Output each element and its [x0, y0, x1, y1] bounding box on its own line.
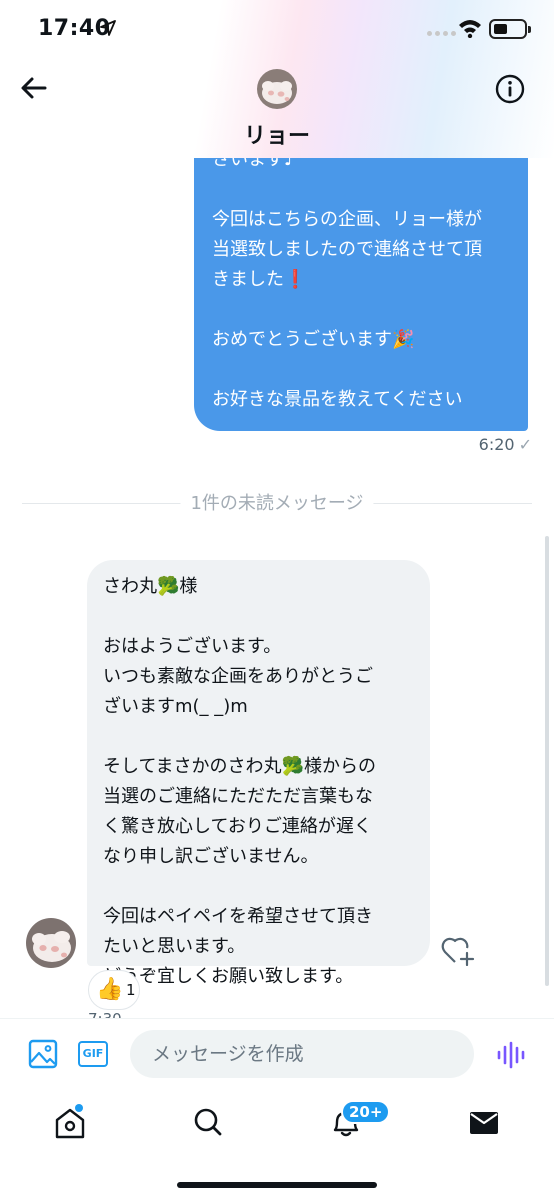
- scrollbar[interactable]: [545, 536, 549, 986]
- gif-icon[interactable]: GIF: [78, 1041, 108, 1067]
- message-paragraph: おめでとうございます🎉: [212, 325, 514, 355]
- message-input[interactable]: [130, 1030, 474, 1078]
- unread-divider-label: 1件の未読メッセージ: [180, 489, 374, 515]
- reaction-pill[interactable]: 👍 1: [88, 970, 140, 1010]
- notification-badge: 20+: [341, 1100, 391, 1124]
- message-paragraph: お好きな景品を教えてください: [212, 389, 463, 410]
- read-check-icon: ✓: [518, 435, 532, 454]
- voice-wave-icon[interactable]: [496, 1041, 526, 1069]
- message-paragraph: おはようございます。 いつも素敵な企画をありがとうご ざいますm(_ _)m: [103, 636, 373, 717]
- conversation-user-name[interactable]: リョー: [0, 118, 554, 150]
- home-icon: [55, 1108, 85, 1139]
- message-paragraph: さわ丸🥦様: [103, 572, 414, 602]
- party-popper-emoji: 🎉: [392, 329, 415, 350]
- back-arrow-icon[interactable]: [18, 72, 50, 104]
- info-icon[interactable]: [495, 74, 525, 104]
- broccoli-emoji: 🥦: [281, 756, 304, 777]
- battery-icon: [489, 19, 531, 39]
- status-bar: 17:40: [0, 0, 554, 62]
- home-indicator: [177, 1182, 377, 1188]
- outgoing-message-bubble[interactable]: この度は企画の参加ありがとうご ざいます♪ 今回はこちらの企画、リョー様が 当選…: [194, 158, 528, 431]
- mail-icon: [470, 1112, 498, 1134]
- message-thread[interactable]: この度は企画の参加ありがとうご ざいます♪ 今回はこちらの企画、リョー様が 当選…: [0, 158, 554, 1018]
- nav-search[interactable]: [188, 1104, 228, 1140]
- wifi-icon: [459, 20, 481, 38]
- reaction-count: 1: [126, 981, 136, 999]
- signal-icon: [427, 24, 457, 36]
- home-new-dot: [75, 1104, 83, 1112]
- battery-level: [494, 24, 507, 34]
- location-arrow-icon: [100, 20, 116, 36]
- message-text: そしてまさかのさわ丸: [103, 756, 282, 777]
- sender-avatar[interactable]: [26, 918, 76, 968]
- message-paragraph: 今回はペイペイを希望させて頂き たいと思います。 どうぞ宜しくお願い致します。: [103, 906, 373, 987]
- message-timestamp: 6:20: [478, 435, 515, 454]
- message-paragraph: この度は企画の参加ありがとうご ざいます♪: [212, 158, 296, 170]
- avatar[interactable]: [257, 69, 297, 109]
- exclamation-emoji: ❗: [284, 269, 307, 290]
- broccoli-emoji: 🥦: [157, 576, 180, 597]
- message-composer: GIF: [0, 1018, 554, 1090]
- message-text: 今回はこちらの企画、リョー様が 当選致しましたので連絡させて頂 きました: [212, 209, 482, 290]
- heart-plus-icon[interactable]: [441, 936, 475, 966]
- thumbs-up-emoji: 👍: [96, 977, 124, 1002]
- message-text: 様: [179, 576, 198, 597]
- cat-paw-avatar-image: [257, 69, 297, 109]
- outgoing-message-time: 6:20 ✓: [479, 435, 532, 454]
- message-paragraph: そしてまさかのさわ丸🥦様からの 当選のご連絡にただただ言葉もな く驚き放心してお…: [103, 752, 414, 872]
- nav-messages[interactable]: [464, 1104, 504, 1140]
- incoming-message-time: 7:30: [88, 1010, 122, 1018]
- message-text: おめでとうございます: [212, 329, 392, 350]
- message-paragraph: 今回はこちらの企画、リョー様が 当選致しましたので連絡させて頂 きました❗: [212, 205, 514, 295]
- cat-paw-avatar-image: [26, 918, 76, 968]
- search-icon: [194, 1108, 222, 1136]
- nav-home[interactable]: [50, 1104, 90, 1140]
- incoming-message-bubble[interactable]: さわ丸🥦様 おはようございます。 いつも素敵な企画をありがとうご ざいますm(_…: [87, 560, 430, 987]
- message-text: さわ丸: [103, 576, 157, 597]
- unread-divider: 1件の未読メッセージ: [22, 488, 532, 518]
- image-icon[interactable]: [28, 1039, 58, 1069]
